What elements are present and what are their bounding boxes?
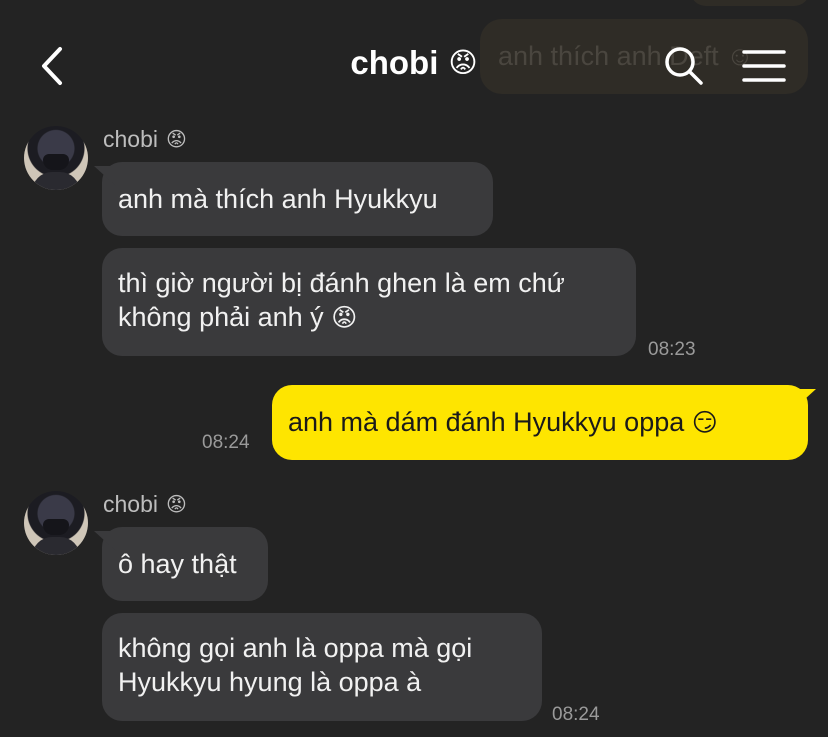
avatar[interactable] bbox=[24, 491, 88, 555]
message-text-line: Hyukkyu hyung là oppa à bbox=[118, 667, 422, 697]
my-message-bubble[interactable]: anh mà dám đánh Hyukkyu oppa 😏 bbox=[272, 385, 808, 460]
message-timestamp: 08:24 bbox=[552, 704, 600, 725]
message-text-line: không phải anh ý 😡 bbox=[118, 300, 620, 335]
smirking-face-icon: 😏 bbox=[691, 408, 718, 437]
message-text: ô hay thật bbox=[118, 549, 237, 579]
message-bubble[interactable]: ô hay thật bbox=[102, 527, 268, 601]
message-bubble[interactable]: anh mà thích anh Hyukkyu bbox=[102, 162, 493, 236]
angry-face-icon: 😡 bbox=[165, 492, 187, 516]
message-text-line: không gọi anh là oppa mà gọi bbox=[118, 633, 473, 663]
sender-name: chobi 😡 bbox=[103, 126, 187, 153]
message-timestamp: 08:23 bbox=[648, 339, 696, 360]
avatar[interactable] bbox=[24, 126, 88, 190]
avatar-mask bbox=[43, 154, 69, 170]
hamburger-menu-icon bbox=[742, 50, 786, 82]
sender-name: chobi 😡 bbox=[103, 491, 187, 518]
chat-title-name: chobi bbox=[350, 44, 439, 81]
angry-face-icon: 😡 bbox=[165, 127, 187, 151]
avatar-body bbox=[32, 172, 80, 190]
angry-face-icon: 😡 bbox=[331, 303, 358, 332]
sender-name-text: chobi bbox=[103, 126, 158, 152]
message-bubble[interactable]: không gọi anh là oppa mà gọi Hyukkyu hyu… bbox=[102, 613, 542, 721]
search-button[interactable] bbox=[662, 44, 706, 88]
avatar-mask bbox=[43, 519, 69, 535]
message-bubble[interactable]: thì giờ người bị đánh ghen là em chứ khô… bbox=[102, 248, 636, 356]
message-text-line: thì giờ người bị đánh ghen là em chứ bbox=[118, 268, 565, 298]
menu-button[interactable] bbox=[742, 44, 786, 88]
search-icon bbox=[665, 47, 703, 85]
message-text: anh mà dám đánh Hyukkyu oppa bbox=[288, 407, 685, 437]
angry-face-icon: 😡 bbox=[448, 46, 478, 79]
message-timestamp: 08:24 bbox=[202, 432, 250, 453]
sender-name-text: chobi bbox=[103, 491, 158, 517]
message-text: anh mà thích anh Hyukkyu bbox=[118, 184, 438, 214]
avatar-body bbox=[32, 537, 80, 555]
previous-message-fragment bbox=[690, 0, 810, 6]
message-text: không phải anh ý bbox=[118, 302, 324, 332]
